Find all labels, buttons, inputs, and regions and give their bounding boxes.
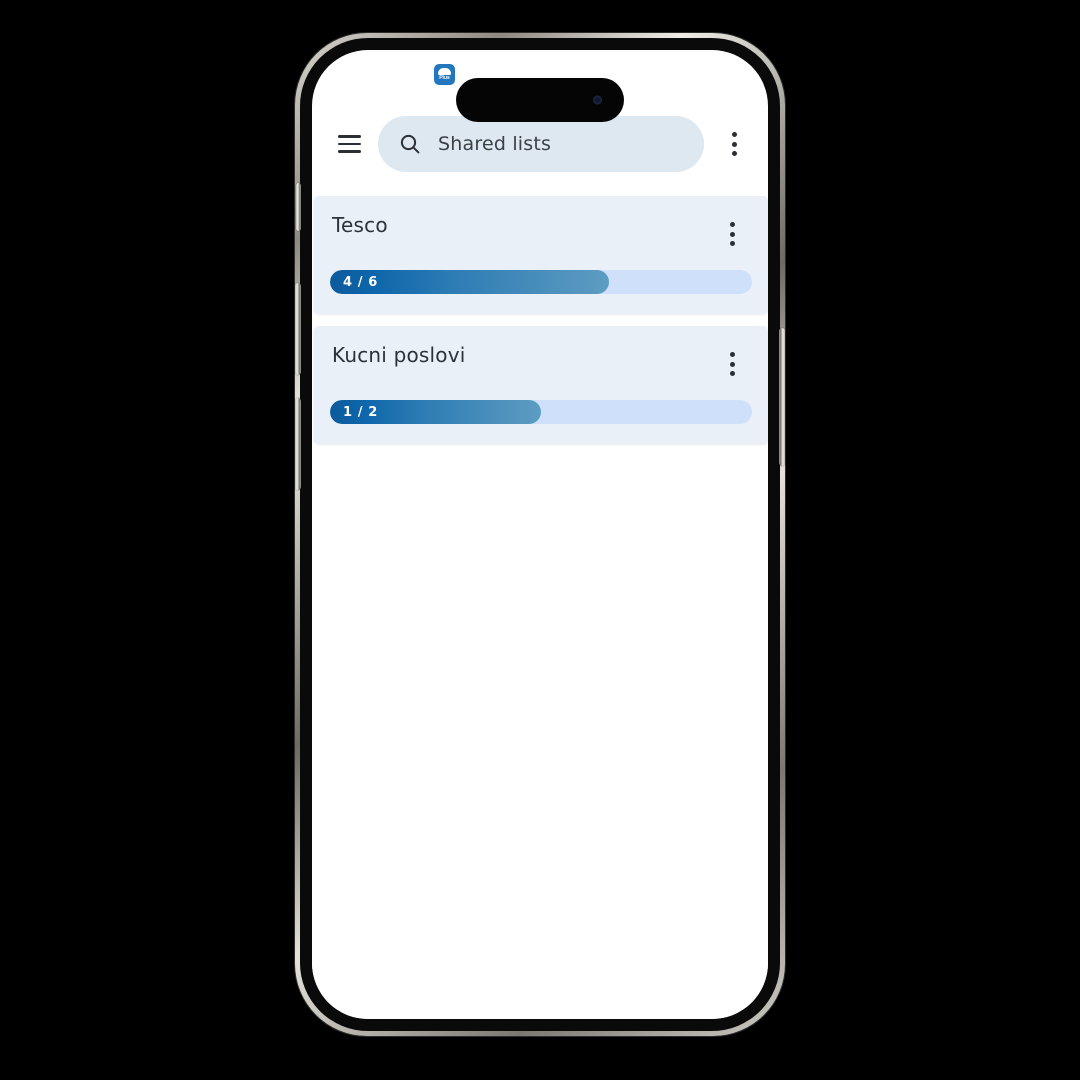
more-vert-icon[interactable] — [712, 212, 752, 256]
app-badge-label: Plus — [439, 75, 450, 81]
search-input[interactable]: Shared lists — [378, 116, 704, 172]
phone-screen: 16:29 ▣ ■ ▣ ☰ ▲ ▮ 54% Plus Shared lists … — [312, 50, 768, 1019]
kebab-dot-2 — [731, 141, 737, 147]
status-bar-icon-1: ■ — [405, 70, 414, 84]
hamburger-line-1 — [337, 135, 361, 138]
front-camera-icon — [593, 95, 602, 105]
volume-down-button[interactable] — [295, 398, 301, 490]
wifi-icon: ▲ — [683, 70, 696, 84]
kebab-dot-1 — [729, 222, 735, 227]
list-item-progress-label: 4 / 6 — [343, 274, 378, 290]
kebab-dot-3 — [729, 241, 735, 246]
list-item-header: Kucni poslovi — [330, 342, 752, 386]
hamburger-line-3 — [337, 150, 361, 153]
list-item-title: Kucni poslovi — [332, 343, 466, 367]
battery-percent-label: 54% — [711, 68, 742, 86]
kebab-dot-1 — [731, 132, 737, 137]
signal-icon: ☰ — [667, 70, 679, 84]
list-item-progress-fill: 4 / 6 — [330, 270, 609, 294]
phone-device-frame: 16:29 ▣ ■ ▣ ☰ ▲ ▮ 54% Plus Shared lists … — [295, 33, 785, 1036]
status-bar-left: 16:29 ▣ ■ — [342, 68, 413, 86]
search-icon — [400, 134, 420, 154]
search-input-value: Shared lists — [438, 133, 552, 155]
list-item[interactable]: Tesco 4 / 6 — [314, 196, 768, 314]
battery-icon: ▮ — [700, 70, 707, 84]
list-item-progress-track: 1 / 2 — [330, 400, 752, 424]
hamburger-line-2 — [337, 142, 361, 146]
shared-lists-container: Tesco 4 / 6 Kucni poslovi 1 / 2 — [312, 196, 768, 1019]
phone-bezel: 16:29 ▣ ■ ▣ ☰ ▲ ▮ 54% Plus Shared lists … — [295, 38, 785, 1031]
more-vert-icon[interactable] — [714, 122, 754, 166]
kebab-dot-1 — [729, 352, 735, 357]
list-item-progress-label: 1 / 2 — [343, 404, 378, 420]
power-button[interactable] — [779, 328, 785, 466]
kebab-dot-3 — [729, 371, 735, 376]
status-bar-clock: 16:29 — [342, 68, 385, 85]
status-bar-icon-0: ▣ — [389, 70, 401, 84]
hamburger-menu-icon[interactable] — [328, 123, 370, 165]
list-item[interactable]: Kucni poslovi 1 / 2 — [314, 326, 768, 444]
more-vert-icon[interactable] — [712, 342, 752, 386]
notification-app-badge-icon: Plus — [434, 64, 455, 85]
status-bar-right: ▣ ☰ ▲ ▮ 54% — [651, 69, 742, 86]
status-bar-alarm-icon: ▣ — [651, 70, 663, 84]
list-item-progress-track: 4 / 6 — [330, 270, 752, 294]
app-badge-glyph — [438, 68, 451, 75]
list-item-header: Tesco — [330, 212, 752, 256]
volume-up-button[interactable] — [295, 283, 301, 375]
kebab-dot-2 — [729, 231, 735, 237]
screenshot-canvas: 16:29 ▣ ■ ▣ ☰ ▲ ▮ 54% Plus Shared lists … — [0, 0, 1080, 1080]
list-item-title: Tesco — [332, 213, 388, 237]
kebab-dot-2 — [729, 361, 735, 367]
silence-switch-button[interactable] — [296, 183, 301, 231]
kebab-dot-3 — [731, 151, 737, 156]
list-item-progress-fill: 1 / 2 — [330, 400, 541, 424]
dynamic-island — [456, 78, 624, 122]
